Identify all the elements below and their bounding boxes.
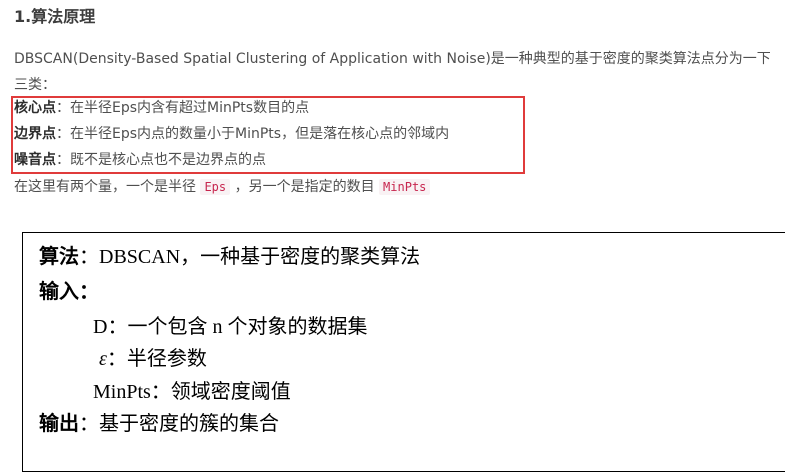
radius-desc: ：半径参数: [106, 348, 207, 370]
epsilon-symbol: ε: [99, 348, 107, 370]
algorithm-output: 输出：基于密度的簇的集合: [39, 410, 279, 438]
algorithm-box: 算法：DBSCAN，一种基于密度的聚类算法 输入： D：一个包含 n 个对象的数…: [22, 232, 785, 472]
definition-term: 边界点: [14, 126, 56, 142]
intro-paragraph: DBSCAN(Density-Based Spatial Clustering …: [14, 51, 771, 93]
algorithm-title-text: ：DBSCAN，一种基于密度的聚类算法: [79, 246, 421, 268]
algorithm-input-minpts: MinPts：领域密度阈值: [93, 381, 291, 403]
definition-desc: ：在半径Eps内含有超过MinPts数目的点: [56, 100, 310, 116]
inline-code-eps: Eps: [200, 179, 231, 195]
definition-term: 核心点: [14, 100, 56, 116]
definition-noise-point: 噪音点：既不是核心点也不是边界点的点: [14, 149, 266, 171]
output-label: 输出: [39, 413, 79, 435]
algorithm-label: 算法: [39, 246, 79, 268]
algorithm-input-dataset: D：一个包含 n 个对象的数据集: [93, 316, 368, 338]
definition-desc: ：既不是核心点也不是边界点的点: [56, 152, 266, 168]
inline-code-minpts: MinPts: [379, 179, 431, 195]
definition-core-point: 核心点：在半径Eps内含有超过MinPts数目的点: [14, 97, 309, 119]
note-prefix: 在这里有两个量，一个是半径: [14, 179, 196, 195]
definition-desc: ：在半径Eps内点的数量小于MinPts，但是落在核心点的邻域内: [56, 126, 450, 142]
algorithm-title: 算法：DBSCAN，一种基于密度的聚类算法: [39, 243, 420, 271]
output-text: ：基于密度的簇的集合: [79, 413, 279, 435]
section-heading: 1.算法原理: [14, 7, 96, 26]
definition-border-point: 边界点：在半径Eps内点的数量小于MinPts，但是落在核心点的邻域内: [14, 123, 449, 145]
algorithm-input-label: 输入：: [39, 281, 99, 303]
parameters-note: 在这里有两个量，一个是半径 Eps ，另一个是指定的数目 MinPts: [14, 176, 431, 198]
definition-term: 噪音点: [14, 152, 56, 168]
algorithm-input-radius: ε：半径参数: [99, 345, 207, 373]
note-middle: ，另一个是指定的数目: [234, 179, 375, 195]
